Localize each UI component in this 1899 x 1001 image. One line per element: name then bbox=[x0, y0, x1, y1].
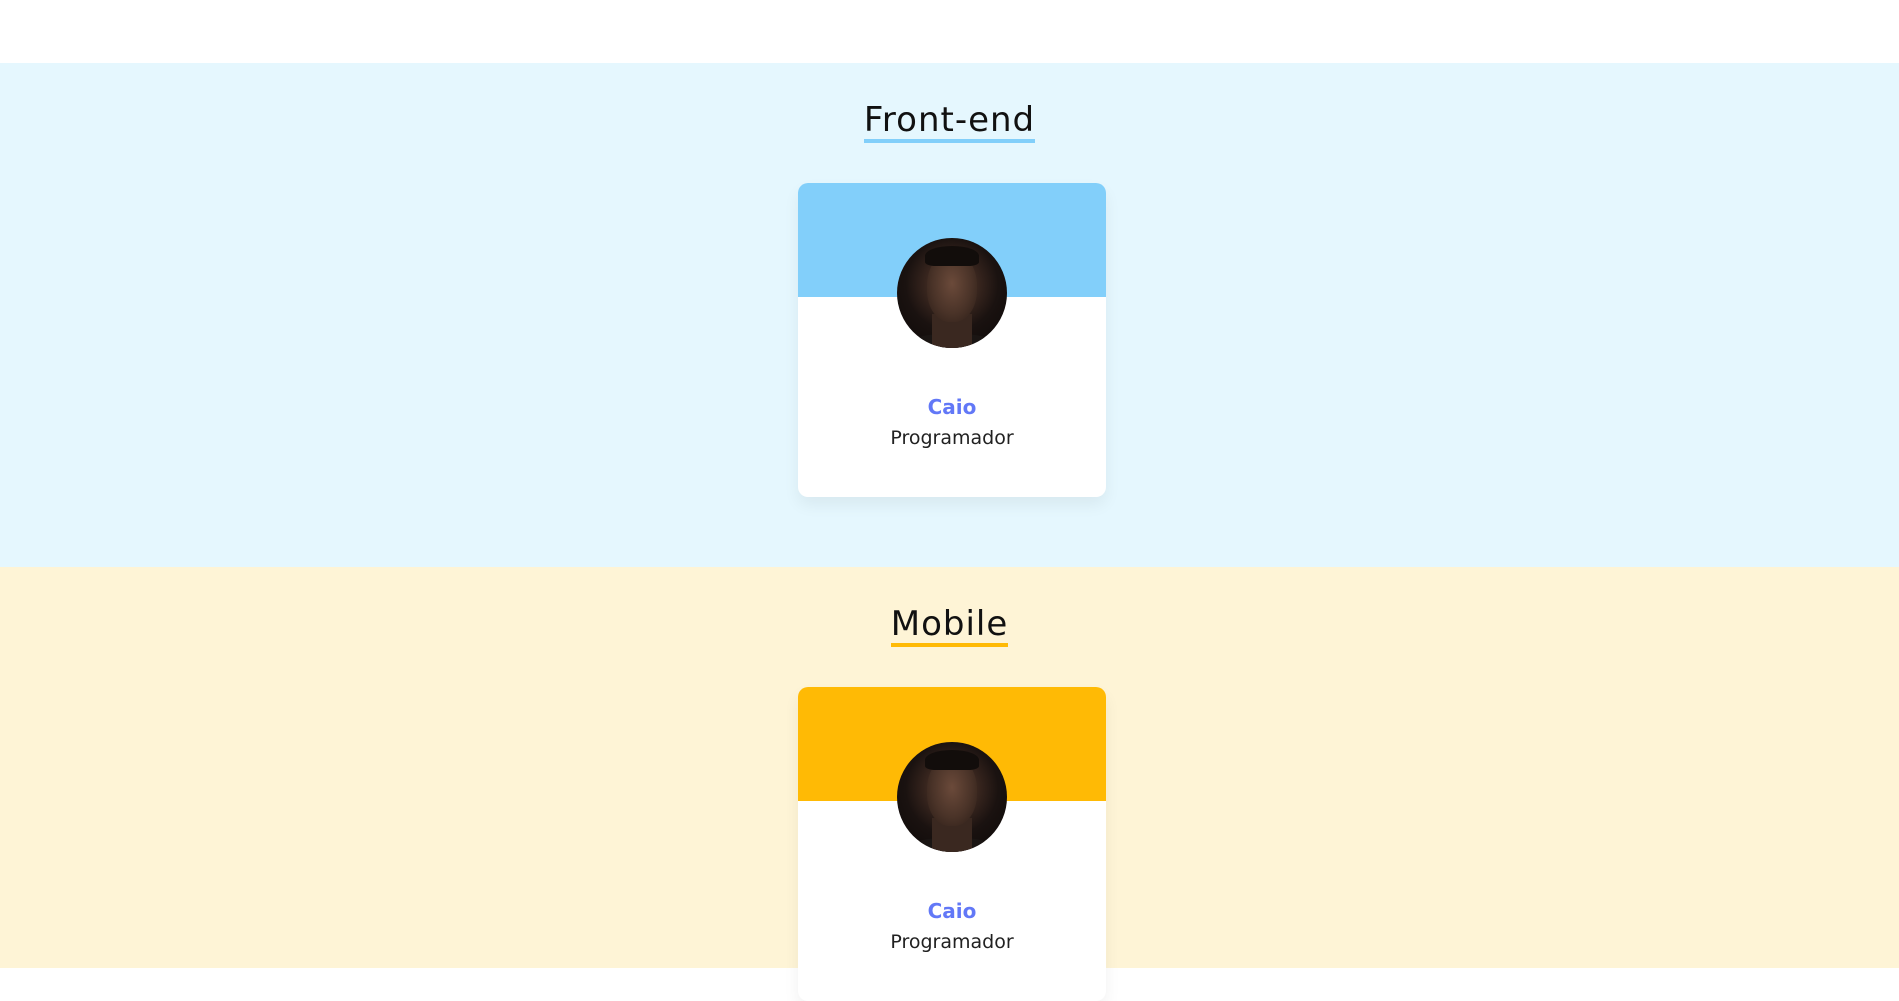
member-role: Programador bbox=[890, 931, 1014, 953]
section-title: Front-end bbox=[0, 103, 1899, 143]
section-title: Mobile bbox=[0, 607, 1899, 647]
section-title-text: Mobile bbox=[890, 607, 1009, 647]
avatar bbox=[897, 742, 1007, 852]
team-section-frontend: Front-end Caio Programador bbox=[0, 63, 1899, 567]
member-card: Caio Programador bbox=[798, 183, 1106, 497]
team-section-mobile: Mobile Caio Programador bbox=[0, 567, 1899, 1001]
member-name: Caio bbox=[927, 899, 977, 923]
member-card: Caio Programador bbox=[798, 687, 1106, 1001]
member-name: Caio bbox=[927, 395, 977, 419]
avatar bbox=[897, 238, 1007, 348]
section-title-text: Front-end bbox=[863, 103, 1036, 143]
top-bar bbox=[0, 0, 1899, 63]
member-role: Programador bbox=[890, 427, 1014, 449]
